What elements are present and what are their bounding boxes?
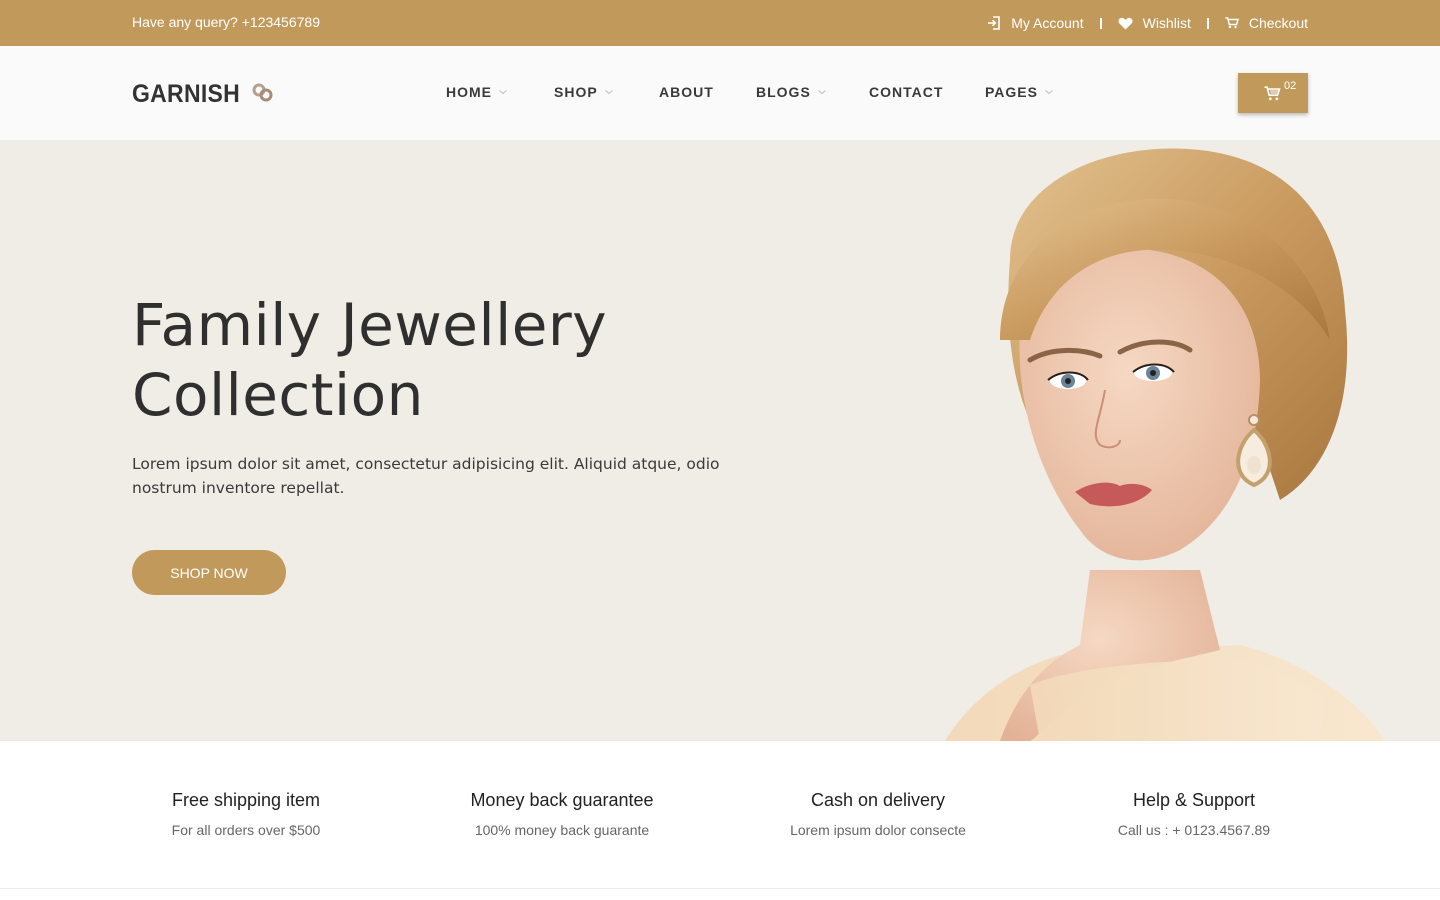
top-links: My Account Wishlist Checkout xyxy=(987,0,1308,46)
feature-desc: 100% money back guarante xyxy=(474,822,650,838)
my-account-link[interactable]: My Account xyxy=(987,15,1084,31)
hero-description: Lorem ipsum dolor sit amet, consectetur … xyxy=(132,455,720,497)
feature-help-support: Help & Support Call us : + 0123.4567.89 xyxy=(1044,790,1344,838)
chevron-down-icon xyxy=(499,90,507,95)
feature-money-back: Money back guarantee 100% money back gua… xyxy=(412,790,712,838)
wishlist-label: Wishlist xyxy=(1142,15,1191,31)
cart-icon xyxy=(1225,17,1239,29)
hero-title-line1: Family Jewellery xyxy=(132,291,608,359)
divider xyxy=(1206,17,1209,29)
hero-title-line2: Collection xyxy=(132,361,424,429)
cart-icon xyxy=(1264,86,1281,106)
hero-banner: Family Jewellery Collection Lorem ipsum … xyxy=(0,140,1440,741)
feature-desc: Lorem ipsum dolor consecte xyxy=(790,822,966,838)
cart-count-badge: 02 xyxy=(1284,80,1297,92)
top-bar: Have any query? +123456789 My Account Wi… xyxy=(0,0,1440,46)
feature-title: Free shipping item xyxy=(171,790,321,810)
feature-cash-on-delivery: Cash on delivery Lorem ipsum dolor conse… xyxy=(728,790,1028,838)
nav-contact-label: CONTACT xyxy=(869,84,944,100)
nav-shop[interactable]: SHOP xyxy=(554,84,614,100)
feature-title: Cash on delivery xyxy=(810,790,946,810)
chevron-down-icon xyxy=(817,90,826,95)
nav-blogs-label: BLOGS xyxy=(756,84,811,100)
model-portrait-image xyxy=(945,148,1385,741)
chevron-down-icon xyxy=(1045,90,1053,95)
sign-in-icon xyxy=(987,16,1001,30)
hero-title: Family Jewellery Collection xyxy=(132,290,832,430)
nav-shop-label: SHOP xyxy=(554,84,598,100)
feature-desc: Call us : + 0123.4567.89 xyxy=(1117,822,1271,838)
nav-pages-label: PAGES xyxy=(985,84,1038,100)
wishlist-link[interactable]: Wishlist xyxy=(1118,15,1191,31)
nav-pages[interactable]: PAGES xyxy=(985,84,1054,100)
shop-now-button[interactable]: SHOP NOW xyxy=(132,550,286,595)
feature-title: Money back guarantee xyxy=(470,790,654,810)
nav-blogs[interactable]: BLOGS xyxy=(756,84,827,100)
main-nav: HOME SHOP ABOUT BLOGS CONTACT PAGES xyxy=(0,84,1440,104)
nav-home-label: HOME xyxy=(446,84,492,100)
checkout-link[interactable]: Checkout xyxy=(1225,15,1308,31)
main-header: GARNISH HOME SHOP ABOUT BLOGS CONTACT PA… xyxy=(0,46,1440,140)
cart-button[interactable]: 02 xyxy=(1238,73,1308,113)
feature-desc: For all orders over $500 xyxy=(171,822,321,838)
nav-about-label: ABOUT xyxy=(659,84,714,100)
chevron-down-icon xyxy=(604,90,613,95)
heart-icon xyxy=(1118,17,1133,30)
nav-about[interactable]: ABOUT xyxy=(659,84,714,100)
features-strip: Free shipping item For all orders over $… xyxy=(0,741,1440,889)
divider xyxy=(1099,17,1102,29)
my-account-label: My Account xyxy=(1011,15,1084,31)
nav-home[interactable]: HOME xyxy=(446,84,508,100)
feature-title: Help & Support xyxy=(1132,790,1256,810)
contact-query: Have any query? +123456789 xyxy=(132,14,320,30)
checkout-label: Checkout xyxy=(1248,15,1308,31)
nav-contact[interactable]: CONTACT xyxy=(869,84,943,100)
feature-free-shipping: Free shipping item For all orders over $… xyxy=(96,790,396,838)
